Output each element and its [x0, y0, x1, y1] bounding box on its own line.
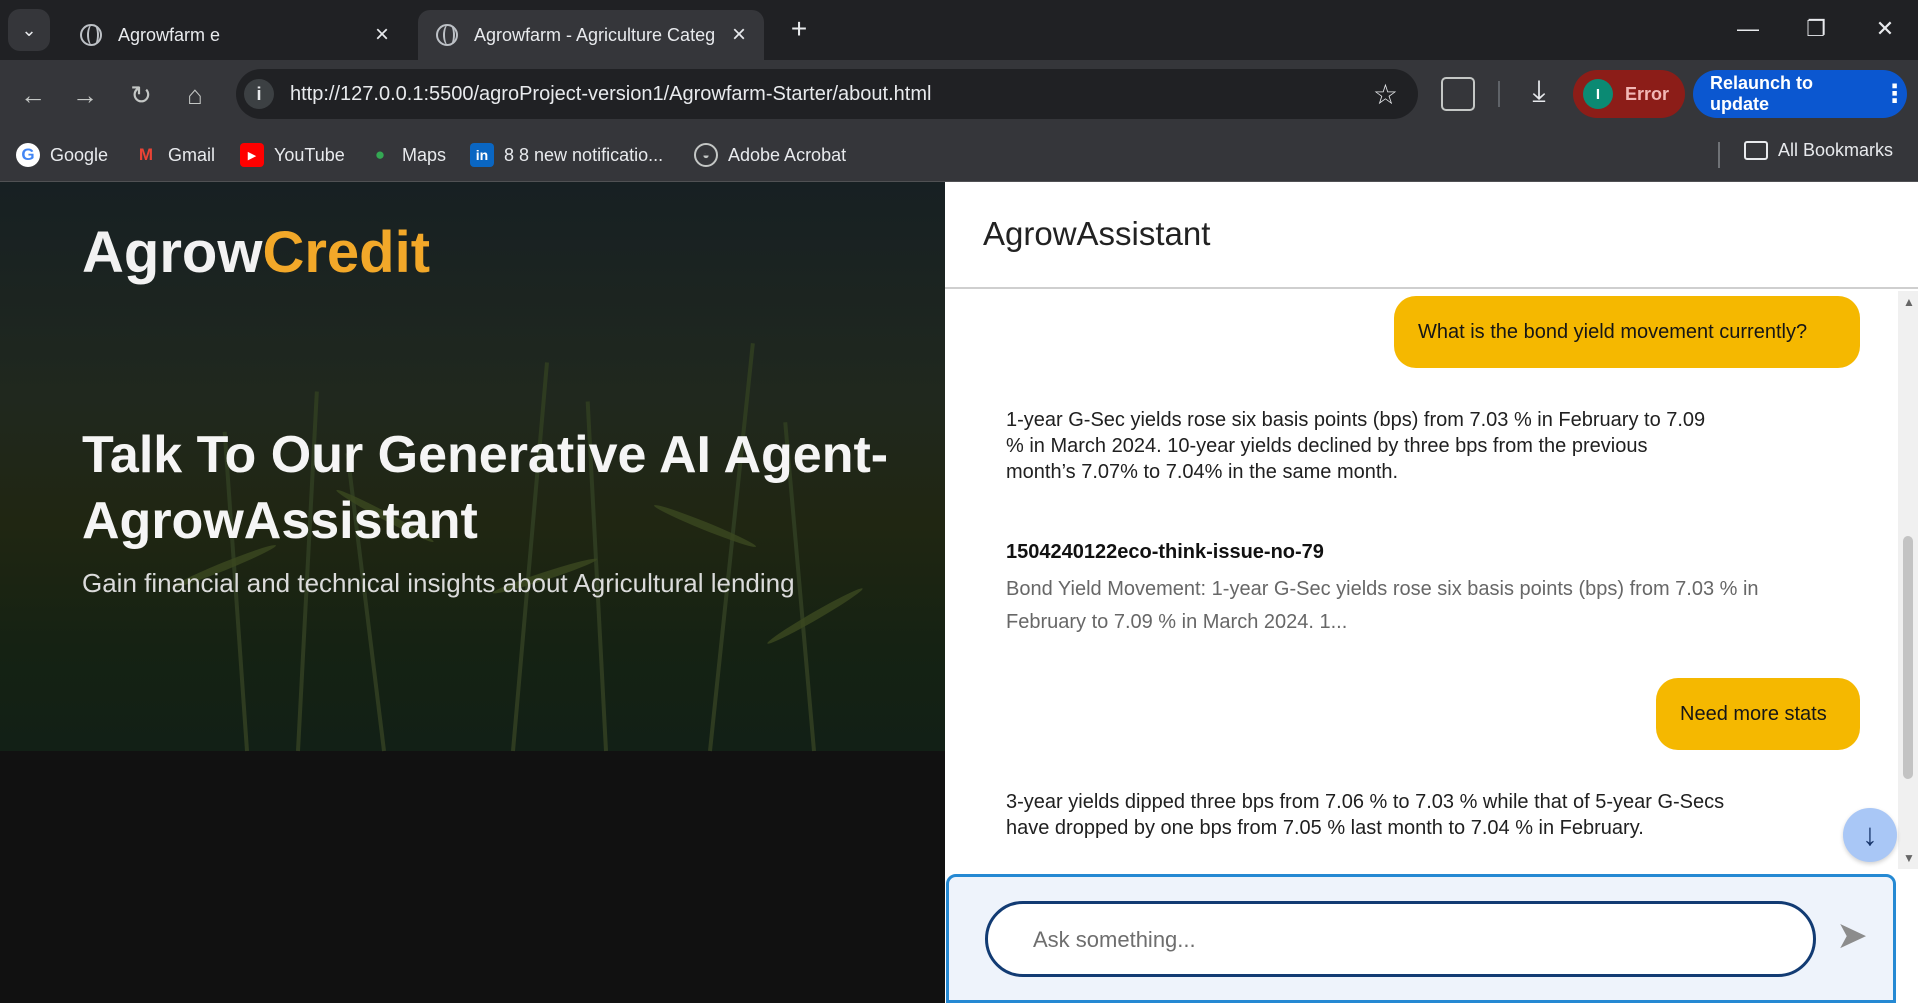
- chat-header: AgrowAssistant: [945, 182, 1918, 289]
- browser-tab-agrowfarm[interactable]: Agrowfarm e ×: [62, 10, 407, 60]
- browser-tabstrip: ⌄ Agrowfarm e × Agrowfarm - Agriculture …: [0, 0, 1918, 60]
- extensions-icon[interactable]: [1441, 77, 1475, 111]
- bookmarks-divider: [1718, 142, 1720, 168]
- profile-avatar: I: [1583, 79, 1613, 109]
- restore-icon: ❐: [1806, 16, 1826, 41]
- bookmark-gmail[interactable]: M Gmail: [134, 138, 215, 172]
- globe-icon: [80, 24, 102, 46]
- adobe-acrobat-icon: ◒: [694, 143, 718, 167]
- bookmarks-bar: G Google M Gmail ▶ YouTube ● Maps in 8 8 new …: [0, 128, 1918, 182]
- bookmark-linkedin[interactable]: in 8 8 new notificatio...: [470, 138, 663, 172]
- all-bookmarks-label: All Bookmarks: [1778, 140, 1894, 160]
- close-icon[interactable]: ×: [375, 21, 389, 49]
- source-title[interactable]: 1504240122eco-think-issue-no-79: [1006, 541, 1324, 564]
- browser-toolbar: ← → ↻ ⌂ i http://127.0.0.1:5500/agroProj…: [0, 60, 1918, 128]
- assistant-message: 1-year G-Sec yields rose six basis point…: [1006, 409, 1706, 483]
- bookmark-adobe-acrobat[interactable]: ◒ Adobe Acrobat: [694, 138, 846, 172]
- profile-error-button[interactable]: I Error: [1573, 70, 1685, 118]
- chat-title: AgrowAssistant: [983, 215, 1211, 252]
- all-bookmarks-button[interactable]: All Bookmarks: [1744, 140, 1893, 161]
- google-icon: G: [16, 143, 40, 167]
- back-button[interactable]: ←: [14, 76, 52, 114]
- user-message: Need more stats: [1656, 678, 1860, 750]
- bookmark-star-icon[interactable]: ☆: [1373, 78, 1398, 111]
- bookmark-label: Maps: [402, 144, 447, 165]
- chevron-down-icon: ⌄: [21, 19, 37, 40]
- source-preview[interactable]: Bond Yield Movement: 1-year G-Sec yields…: [1006, 573, 1826, 639]
- close-icon: ✕: [1875, 16, 1895, 41]
- back-arrow-icon: ←: [20, 79, 46, 110]
- home-icon: ⌂: [187, 79, 203, 110]
- address-bar[interactable]: i http://127.0.0.1:5500/agroProject-vers…: [236, 69, 1418, 119]
- bookmark-google[interactable]: G Google: [16, 138, 108, 172]
- toolbar-divider: [1498, 81, 1500, 107]
- bookmark-label: Google: [50, 144, 109, 165]
- chat-composer: ➤: [946, 874, 1896, 1003]
- logo-primary: Agrow: [82, 220, 263, 285]
- forward-button[interactable]: →: [66, 76, 104, 114]
- user-message: What is the bond yield movement currentl…: [1394, 296, 1860, 368]
- scroll-to-bottom-button[interactable]: ↓: [1843, 808, 1897, 862]
- url-text: http://127.0.0.1:5500/agroProject-versio…: [290, 82, 932, 105]
- tab-title: Agrowfarm - Agriculture Categ: [474, 24, 716, 45]
- more-vertical-icon: ⋮: [1882, 80, 1907, 108]
- close-window-button[interactable]: ✕: [1855, 7, 1915, 51]
- site-info-icon[interactable]: i: [244, 79, 274, 109]
- hero-panel: AgrowCredit Talk To Our Generative AI Ag…: [0, 182, 945, 1003]
- agrowcredit-logo: AgrowCredit: [82, 219, 430, 286]
- maps-icon: ●: [374, 145, 386, 164]
- chat-scrollbar[interactable]: ▲ ▼: [1898, 291, 1918, 869]
- send-icon[interactable]: ➤: [1836, 913, 1878, 957]
- forward-arrow-icon: →: [72, 79, 98, 110]
- browser-tab-agriculture[interactable]: Agrowfarm - Agriculture Categ ×: [418, 10, 764, 60]
- folder-icon: [1744, 141, 1768, 160]
- assistant-message: 3-year yields dipped three bps from 7.06…: [1006, 791, 1725, 839]
- reload-icon: ↻: [130, 79, 152, 110]
- bookmark-maps[interactable]: ● Maps: [368, 138, 446, 172]
- tab-search-button[interactable]: ⌄: [8, 9, 50, 51]
- close-icon[interactable]: ×: [732, 21, 746, 49]
- reload-button[interactable]: ↻: [122, 76, 160, 114]
- download-icon[interactable]: ⤓: [1520, 75, 1558, 113]
- plus-icon: +: [790, 13, 808, 44]
- bookmark-youtube[interactable]: ▶ YouTube: [240, 138, 345, 172]
- home-button[interactable]: ⌂: [176, 76, 214, 114]
- error-label: Error: [1625, 83, 1670, 104]
- relaunch-update-button[interactable]: Relaunch to update ⋮: [1693, 70, 1907, 118]
- gmail-icon: M: [138, 145, 154, 164]
- scroll-down-icon[interactable]: ▼: [1903, 851, 1915, 865]
- new-tab-button[interactable]: +: [781, 11, 817, 47]
- chat-message-input[interactable]: [1033, 924, 1773, 956]
- bookmark-label: Gmail: [168, 144, 216, 165]
- youtube-icon: ▶: [240, 143, 264, 167]
- bookmark-label: YouTube: [274, 144, 345, 165]
- crop-stalk: [511, 362, 549, 752]
- scrollbar-thumb[interactable]: [1903, 536, 1913, 779]
- chat-message-list[interactable]: What is the bond yield movement currentl…: [945, 291, 1898, 869]
- logo-accent: Credit: [262, 220, 431, 285]
- minimize-icon: —: [1737, 16, 1759, 41]
- minimize-button[interactable]: —: [1718, 7, 1778, 51]
- globe-icon: [436, 24, 458, 46]
- tab-title: Agrowfarm e: [118, 24, 221, 45]
- bookmark-label: 8 8 new notificatio...: [504, 144, 664, 165]
- scroll-up-icon[interactable]: ▲: [1903, 295, 1915, 309]
- bookmark-label: Adobe Acrobat: [728, 144, 847, 165]
- hero-title: Talk To Our Generative AI Agent- AgrowAs…: [82, 426, 889, 550]
- restore-button[interactable]: ❐: [1786, 7, 1846, 51]
- arrow-down-icon: ↓: [1862, 817, 1878, 852]
- hero-subtitle: Gain financial and technical insights ab…: [82, 568, 795, 598]
- agrowassistant-panel: AgrowAssistant What is the bond yield mo…: [945, 182, 1918, 1003]
- relaunch-label: Relaunch to update: [1710, 73, 1814, 114]
- message-input-container[interactable]: [985, 901, 1816, 977]
- linkedin-icon: in: [470, 143, 494, 167]
